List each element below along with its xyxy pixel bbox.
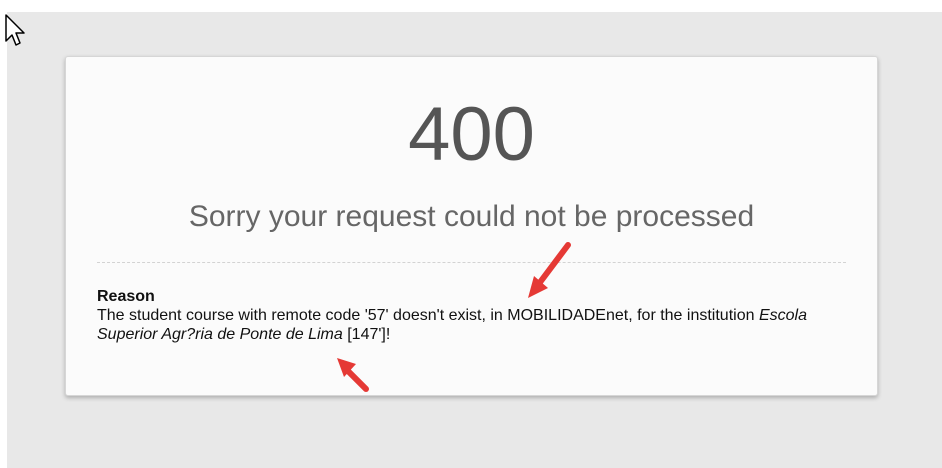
error-code: 400 — [408, 92, 535, 177]
reason-text: The student course with remote code '57'… — [97, 307, 759, 325]
error-message: Sorry your request could not be processe… — [188, 200, 755, 233]
reason-text-end: [147']! — [342, 326, 391, 344]
mouse-pointer-icon — [5, 14, 25, 46]
reason-heading: Reason — [97, 288, 155, 305]
reason-section: Reason The student course with remote co… — [97, 287, 842, 345]
divider — [97, 262, 846, 263]
error-card: 400 Sorry your request could not be proc… — [65, 56, 878, 396]
